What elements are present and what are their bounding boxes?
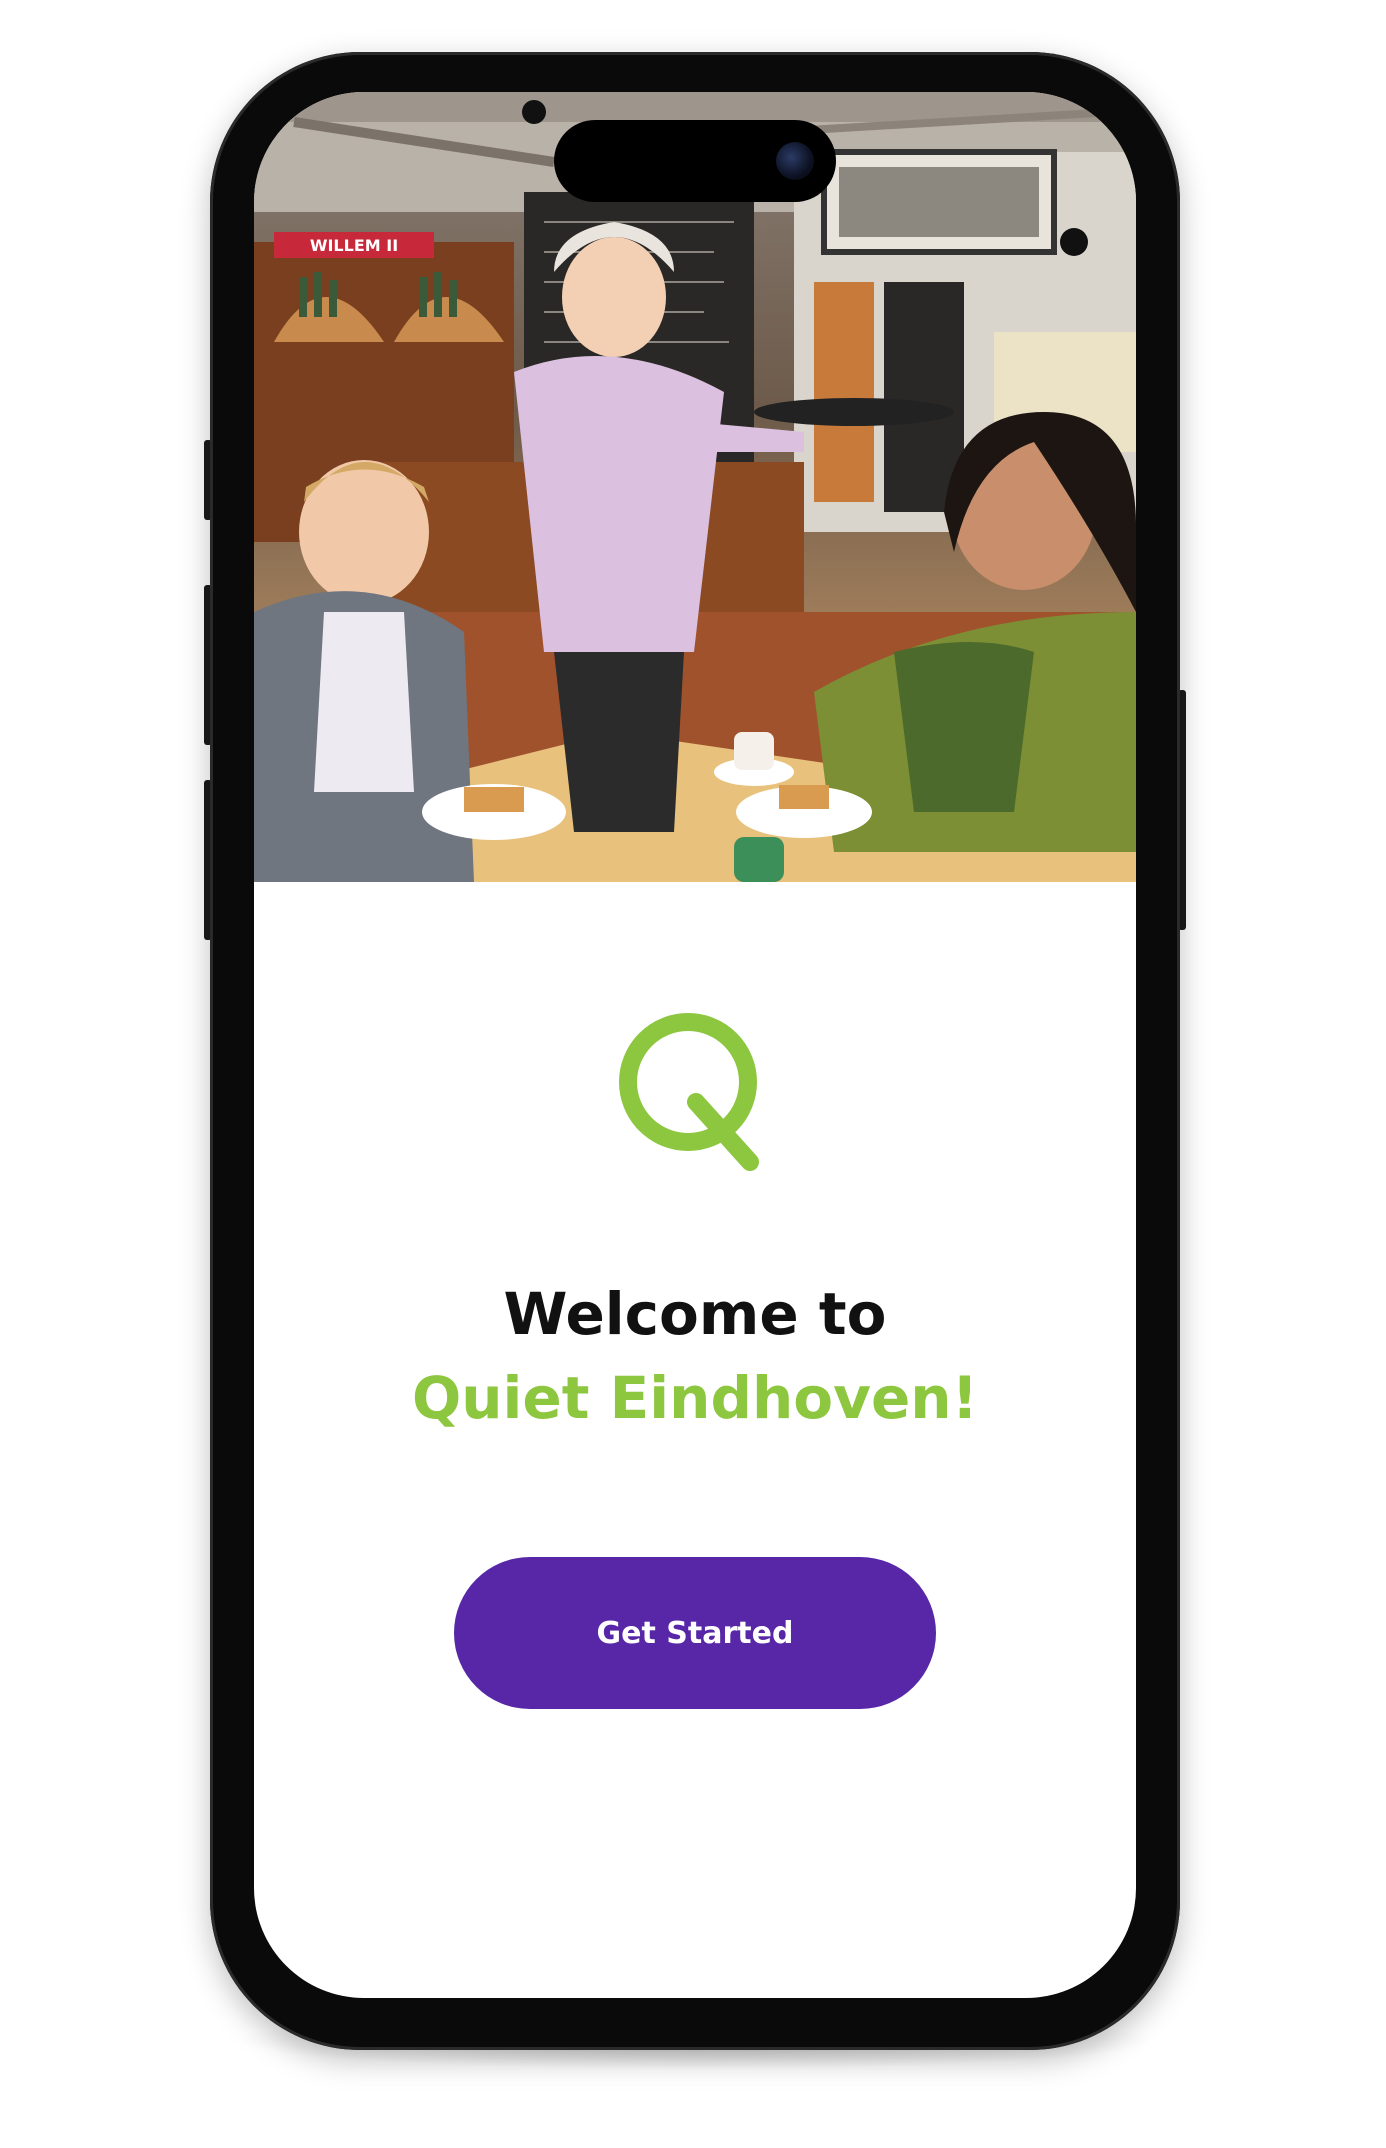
dynamic-island (554, 120, 836, 202)
welcome-heading: Welcome to (503, 1280, 887, 1348)
q-logo-icon (616, 1010, 774, 1180)
app-screen: WILLEM II Welcome to Quiet Eindhoven! Ge… (254, 92, 1136, 1998)
mockup-stage: WILLEM II Welcome to Quiet Eindhoven! Ge… (0, 0, 1386, 2148)
front-camera-icon (776, 142, 814, 180)
app-name-heading: Quiet Eindhoven! (411, 1364, 979, 1432)
hero-photo: WILLEM II (254, 92, 1136, 882)
willem-sign-text: WILLEM II (310, 236, 398, 255)
get-started-button[interactable]: Get Started (454, 1557, 936, 1709)
cafe-scene-illustration: WILLEM II (254, 92, 1136, 882)
